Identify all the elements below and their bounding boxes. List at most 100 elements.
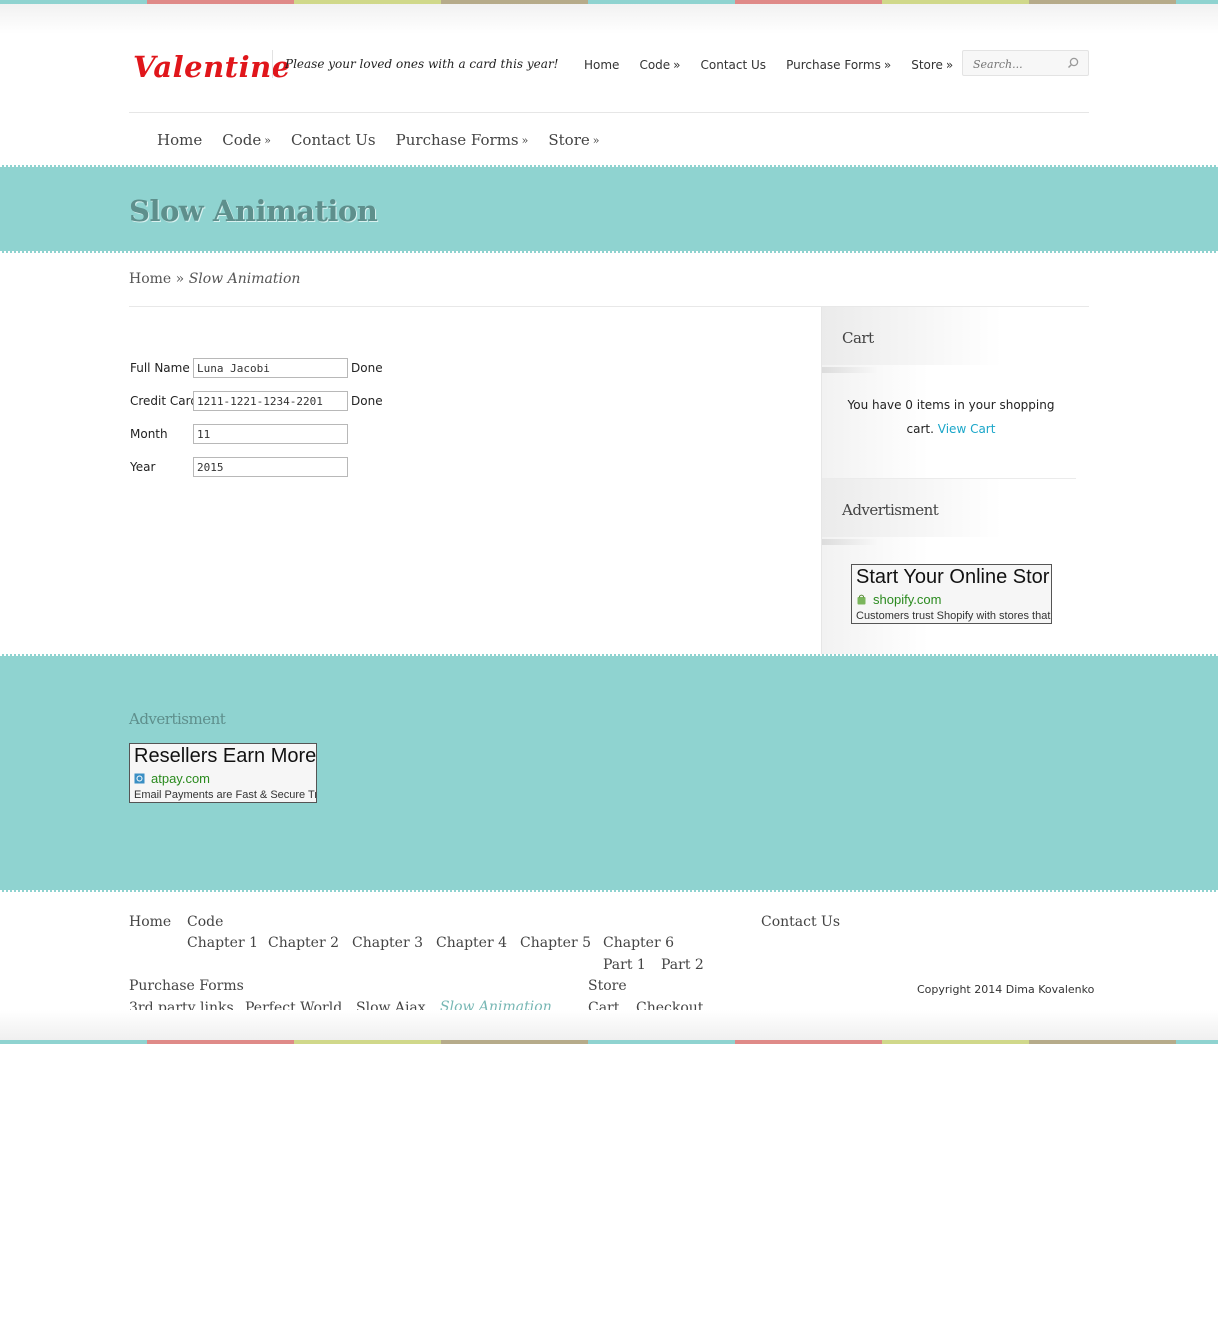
top-nav-contact-us[interactable]: Contact Us [691,58,777,72]
top-nav-home[interactable]: Home [574,58,629,72]
main-nav: Home Code» Contact Us Purchase Forms» St… [147,131,609,149]
submenu-arrow-icon: » [673,58,681,72]
top-nav: Home Code» Contact Us Purchase Forms» St… [574,58,963,72]
main-nav-label: Code [222,131,262,149]
top-nav-label: Store [911,58,943,72]
site-logo[interactable]: Valentine [133,50,291,84]
ad-site: shopify.com [856,592,941,607]
submenu-arrow-icon: » [521,134,529,147]
footer-link-part-1[interactable]: Part 1 [603,957,646,973]
footer-link-chapter-1[interactable]: Chapter 1 [187,935,258,951]
page-title: Slow Animation [129,194,378,228]
view-cart-link[interactable]: View Cart [938,422,996,436]
ad-site: atpay.com [134,771,210,786]
footer-link-contact-us[interactable]: Contact Us [761,914,840,930]
search-box [962,50,1089,76]
top-nav-label: Contact Us [700,58,767,72]
submenu-arrow-icon: » [945,58,954,72]
header-divider [129,112,1089,113]
shopify-bag-icon [857,594,866,605]
year-input[interactable] [193,457,348,477]
year-row: Year [130,457,348,477]
ad-body: Email Payments are Fast & Secure Try [134,789,317,801]
full-name-input[interactable] [193,358,348,378]
stripe-segment [588,1040,735,1044]
stripe-segment [147,1040,294,1044]
footer-link-part-2[interactable]: Part 2 [661,957,704,973]
bottom-color-stripe [0,1040,1218,1044]
month-row: Month [130,424,348,444]
sidebar-ad-banner[interactable]: Start Your Online Stor shopify.com Custo… [851,564,1052,624]
credit-card-status: Done [351,394,383,408]
logo-divider [272,50,273,78]
footer-link-chapter-4[interactable]: Chapter 4 [436,935,507,951]
cart-widget-title: Cart [842,329,874,347]
search-icon[interactable] [1066,56,1080,70]
footer-ad-banner[interactable]: Resellers Earn More atpay.com Email Paym… [129,743,317,803]
ad-headline: Start Your Online Stor [856,566,1050,588]
stripe-segment [1029,1040,1176,1044]
credit-card-input[interactable] [193,391,348,411]
footer-link-home[interactable]: Home [129,914,171,930]
footer-link-chapter-2[interactable]: Chapter 2 [268,935,339,951]
cart-summary: You have 0 items in your shopping cart. … [840,393,1062,441]
widget-notch [822,367,877,373]
submenu-arrow-icon: » [264,134,271,147]
copyright-notice: Copyright 2014 Dima Kovalenko [917,983,1095,996]
footer-link-chapter-3[interactable]: Chapter 3 [352,935,423,951]
main-nav-purchase-forms[interactable]: Purchase Forms» [386,131,539,149]
breadcrumb-current: Slow Animation [188,271,301,287]
credit-card-row: Credit Card Done [130,391,383,411]
top-nav-store[interactable]: Store» [901,58,963,72]
main-nav-contact-us[interactable]: Contact Us [281,131,386,149]
widget-notch [822,539,877,545]
top-shade [0,4,1218,34]
top-nav-label: Home [584,58,620,72]
atpay-icon [134,773,145,784]
ad-widget-title: Advertisment [842,501,939,519]
main-nav-store[interactable]: Store» [538,131,609,149]
main-nav-label: Purchase Forms [395,131,519,149]
credit-card-label: Credit Card [130,394,198,408]
month-label: Month [130,427,168,441]
breadcrumb-separator: » [175,271,185,287]
stripe-segment [294,1040,441,1044]
ad-site-text: shopify.com [873,592,942,607]
footer-link-chapter-6[interactable]: Chapter 6 [603,935,674,951]
submenu-arrow-icon: » [883,58,892,72]
site-tagline: Please your loved ones with a card this … [285,57,559,71]
full-name-status: Done [351,361,383,375]
footer-link-chapter-5[interactable]: Chapter 5 [520,935,591,951]
breadcrumb: Home » Slow Animation [129,271,300,287]
breadcrumb-home[interactable]: Home [129,271,171,287]
main-nav-label: Contact Us [290,131,376,149]
submenu-arrow-icon: » [592,134,600,147]
ad-widget-header: Advertisment [822,479,1002,537]
top-nav-purchase-forms[interactable]: Purchase Forms» [776,58,901,72]
month-input[interactable] [193,424,348,444]
full-name-label: Full Name [130,361,190,375]
top-nav-code[interactable]: Code» [629,58,690,72]
sidebar: Cart You have 0 items in your shopping c… [821,307,1089,655]
top-nav-label: Purchase Forms [786,58,881,72]
cart-widget-header: Cart [822,307,1002,365]
stripe-segment [735,1040,882,1044]
main-nav-home[interactable]: Home [147,131,212,149]
ad-site-text: atpay.com [151,771,211,786]
full-name-row: Full Name Done [130,358,383,378]
main-nav-code[interactable]: Code» [212,131,281,149]
top-nav-label: Code [639,58,671,72]
stripe-segment [441,1040,588,1044]
search-input[interactable] [973,56,1063,72]
stripe-segment [1176,1040,1218,1044]
ad-headline: Resellers Earn More [134,745,317,767]
footer-link-store[interactable]: Store [588,978,627,994]
footer-link-code[interactable]: Code [187,914,223,930]
main-nav-label: Store [548,131,590,149]
year-label: Year [130,460,156,474]
main-nav-label: Home [157,131,203,149]
footer-link-purchase-forms[interactable]: Purchase Forms [129,978,244,994]
stripe-segment [882,1040,1029,1044]
stripe-segment [0,1040,147,1044]
ad-body: Customers trust Shopify with stores that [856,610,1051,622]
